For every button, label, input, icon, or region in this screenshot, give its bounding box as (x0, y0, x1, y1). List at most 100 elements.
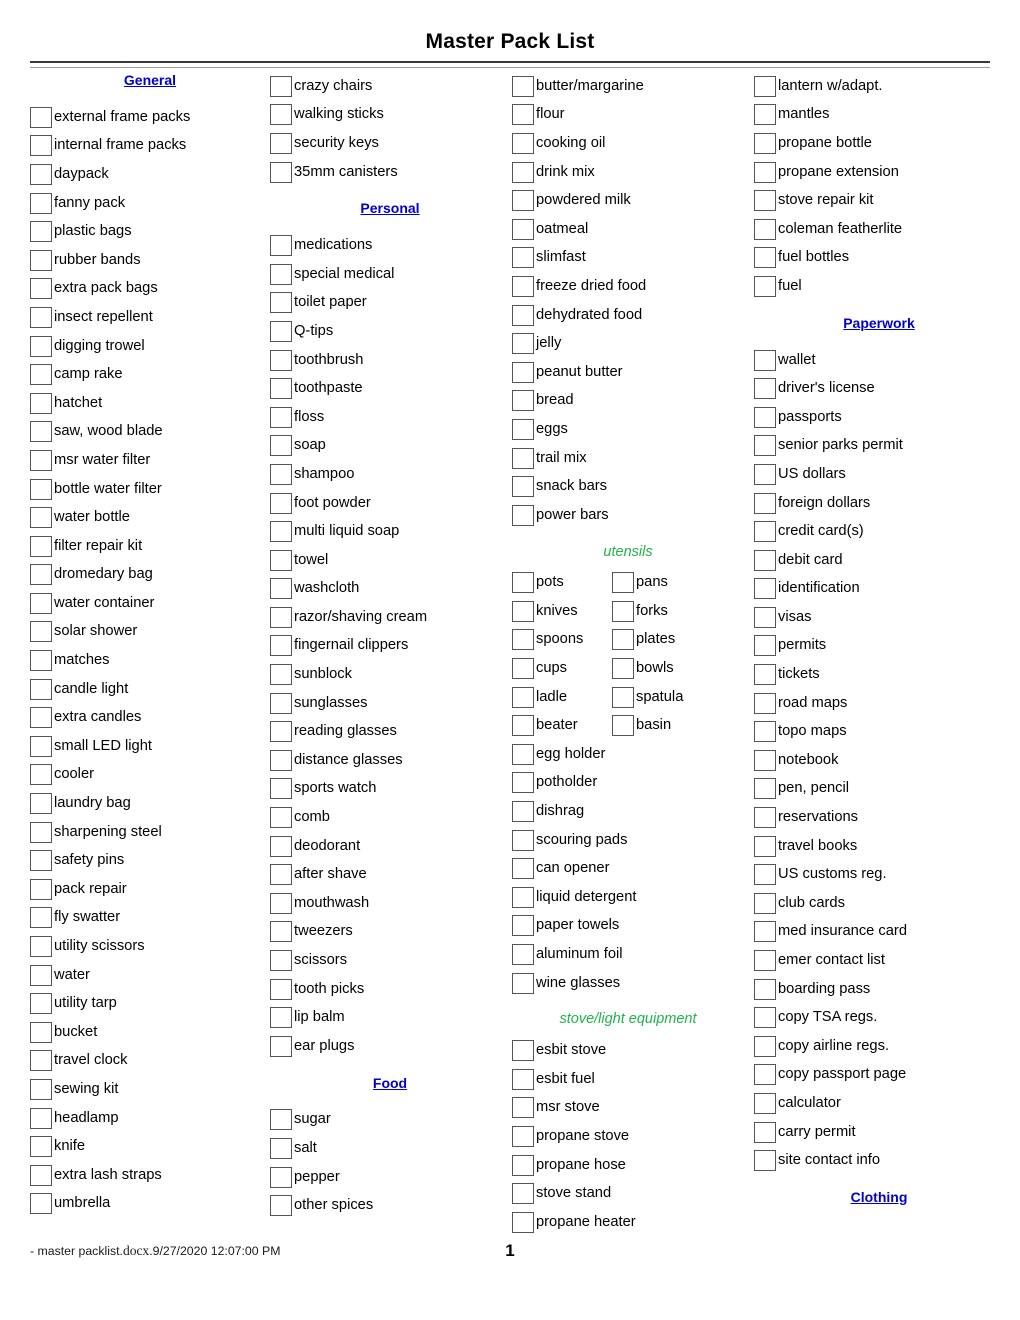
checkbox-icon[interactable] (754, 247, 776, 269)
checkbox-icon[interactable] (754, 807, 776, 829)
checklist-item[interactable]: paper towels (512, 912, 744, 941)
checkbox-icon[interactable] (512, 361, 534, 383)
checklist-item[interactable]: lip balm (270, 1003, 510, 1032)
checkbox-icon[interactable] (270, 1195, 292, 1217)
checkbox-icon[interactable] (30, 535, 52, 557)
checklist-item[interactable]: drink mix (512, 158, 744, 187)
checkbox-icon[interactable] (512, 1040, 534, 1062)
checklist-item[interactable]: reading glasses (270, 717, 510, 746)
checklist-item[interactable]: travel clock (30, 1047, 270, 1076)
checkbox-icon[interactable] (754, 664, 776, 686)
checklist-item[interactable]: medications (270, 231, 510, 260)
checkbox-icon[interactable] (30, 449, 52, 471)
checkbox-icon[interactable] (754, 75, 776, 97)
checklist-item[interactable]: US customs reg. (754, 860, 1004, 889)
checklist-item[interactable]: multi liquid soap (270, 517, 510, 546)
checklist-item[interactable]: road maps (754, 689, 1004, 718)
checkbox-icon[interactable] (512, 476, 534, 498)
checklist-item[interactable]: washcloth (270, 575, 510, 604)
checklist-item[interactable]: sharpening steel (30, 818, 270, 847)
checkbox-icon[interactable] (754, 578, 776, 600)
checkbox-icon[interactable] (30, 707, 52, 729)
checkbox-icon[interactable] (270, 435, 292, 457)
checklist-item[interactable]: aluminum foil (512, 940, 744, 969)
checkbox-icon[interactable] (754, 435, 776, 457)
checkbox-icon[interactable] (512, 390, 534, 412)
checkbox-icon[interactable] (512, 1154, 534, 1176)
checkbox-icon[interactable] (30, 507, 52, 529)
checklist-item[interactable]: fuel (754, 272, 1004, 301)
checkbox-icon[interactable] (754, 1035, 776, 1057)
checkbox-icon[interactable] (270, 950, 292, 972)
checklist-item[interactable]: floss (270, 403, 510, 432)
checkbox-icon[interactable] (30, 1193, 52, 1215)
checklist-item[interactable]: can opener (512, 854, 744, 883)
checkbox-icon[interactable] (30, 592, 52, 614)
checkbox-icon[interactable] (270, 749, 292, 771)
checklist-item[interactable]: liquid detergent (512, 883, 744, 912)
checklist-item[interactable]: flour (512, 101, 744, 130)
checkbox-icon[interactable] (30, 793, 52, 815)
checkbox-icon[interactable] (512, 972, 534, 994)
checkbox-icon[interactable] (30, 135, 52, 157)
checklist-item[interactable]: propane heater (512, 1208, 744, 1237)
checklist-item[interactable]: debit card (754, 546, 1004, 575)
checklist-item[interactable]: scouring pads (512, 826, 744, 855)
checklist-item[interactable]: snack bars (512, 472, 744, 501)
checkbox-icon[interactable] (512, 1125, 534, 1147)
checklist-item[interactable]: sunblock (270, 660, 510, 689)
checkbox-icon[interactable] (754, 463, 776, 485)
checklist-item[interactable]: wallet (754, 346, 1004, 375)
checklist-item[interactable]: visas (754, 603, 1004, 632)
checkbox-icon[interactable] (270, 292, 292, 314)
checklist-item[interactable]: propane bottle (754, 129, 1004, 158)
checkbox-icon[interactable] (30, 1050, 52, 1072)
checkbox-icon[interactable] (754, 892, 776, 914)
checklist-item[interactable]: digging trowel (30, 332, 270, 361)
checkbox-icon[interactable] (512, 743, 534, 765)
checkbox-icon[interactable] (30, 335, 52, 357)
checkbox-icon[interactable] (30, 392, 52, 414)
checklist-item[interactable]: scissors (270, 946, 510, 975)
checklist-item[interactable]: bucket (30, 1018, 270, 1047)
checkbox-icon[interactable] (270, 549, 292, 571)
checkbox-icon[interactable] (512, 886, 534, 908)
checklist-item[interactable]: copy airline regs. (754, 1032, 1004, 1061)
checklist-item[interactable]: water (30, 961, 270, 990)
checkbox-icon[interactable] (754, 190, 776, 212)
checkbox-icon[interactable] (30, 306, 52, 328)
checklist-item[interactable]: walking sticks (270, 101, 510, 130)
checkbox-icon[interactable] (754, 132, 776, 154)
checkbox-icon[interactable] (754, 406, 776, 428)
checkbox-icon[interactable] (270, 161, 292, 183)
checkbox-icon[interactable] (270, 1035, 292, 1057)
checklist-item[interactable]: senior parks permit (754, 432, 1004, 461)
checkbox-icon[interactable] (270, 664, 292, 686)
checklist-item[interactable]: bowls (612, 658, 712, 680)
checklist-item[interactable]: spatula (612, 686, 712, 708)
checkbox-icon[interactable] (30, 735, 52, 757)
checklist-item[interactable]: esbit stove (512, 1036, 744, 1065)
checkbox-icon[interactable] (30, 421, 52, 443)
checkbox-icon[interactable] (270, 892, 292, 914)
checklist-item[interactable]: propane stove (512, 1122, 744, 1151)
checkbox-icon[interactable] (512, 104, 534, 126)
checklist-item[interactable]: carry permit (754, 1118, 1004, 1147)
checklist-item[interactable]: sports watch (270, 775, 510, 804)
checklist-item[interactable]: emer contact list (754, 946, 1004, 975)
checkbox-icon[interactable] (512, 1183, 534, 1205)
checklist-item[interactable]: salt (270, 1134, 510, 1163)
checklist-item[interactable]: water bottle (30, 503, 270, 532)
checkbox-icon[interactable] (612, 715, 634, 737)
checkbox-icon[interactable] (754, 1092, 776, 1114)
checklist-item[interactable]: dishrag (512, 797, 744, 826)
checkbox-icon[interactable] (30, 1021, 52, 1043)
checklist-item[interactable]: shampoo (270, 460, 510, 489)
checkbox-icon[interactable] (512, 275, 534, 297)
checkbox-icon[interactable] (30, 278, 52, 300)
checkbox-icon[interactable] (512, 829, 534, 851)
checklist-item[interactable]: soap (270, 432, 510, 461)
checklist-item[interactable]: fly swatter (30, 904, 270, 933)
checklist-item[interactable]: pepper (270, 1163, 510, 1192)
checklist-item[interactable]: club cards (754, 889, 1004, 918)
